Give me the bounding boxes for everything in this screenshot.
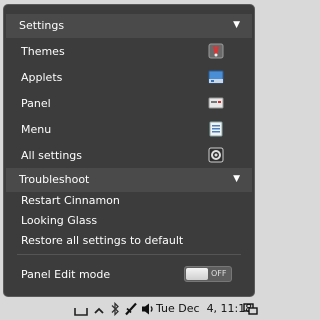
menu-item-menu[interactable]: Menu — [6, 117, 252, 141]
menu-item-label: Applets — [21, 71, 63, 84]
panel-context-menu: Settings ▼ Themes Applets Panel Menu All… — [3, 4, 255, 297]
bottom-panel: Tue Dec 4, 11:18 — [0, 298, 261, 320]
toggle-state-label: OFF — [211, 269, 227, 278]
menu-item-restore-defaults[interactable]: Restore all settings to default — [6, 231, 252, 251]
menu-item-label: Looking Glass — [21, 214, 98, 227]
menu-item-label: Restart Cinnamon — [21, 194, 120, 207]
triangle-down-icon: ▼ — [233, 174, 240, 184]
toggle-knob[interactable] — [186, 268, 208, 280]
menu-item-all-settings[interactable]: All settings — [6, 143, 252, 167]
settings-section-header[interactable]: Settings ▼ — [6, 14, 252, 38]
network-icon[interactable] — [124, 301, 138, 317]
troubleshoot-section-label: Troubleshoot — [19, 173, 90, 186]
triangle-down-icon: ▼ — [233, 20, 240, 30]
panel-edit-mode-label: Panel Edit mode — [21, 268, 111, 281]
menu-item-label: All settings — [21, 149, 82, 162]
menu-item-applets[interactable]: Applets — [6, 65, 252, 89]
bluetooth-icon[interactable] — [110, 301, 120, 317]
menu-item-label: Panel — [21, 97, 51, 110]
menu-item-label: Themes — [21, 45, 65, 58]
menu-separator — [17, 254, 241, 255]
display-icon[interactable] — [243, 301, 258, 317]
menu-item-looking-glass[interactable]: Looking Glass — [6, 211, 252, 231]
themes-icon — [208, 43, 224, 59]
troubleshoot-section-header[interactable]: Troubleshoot ▼ — [6, 168, 252, 192]
volume-icon[interactable] — [141, 301, 155, 317]
settings-section-label: Settings — [19, 19, 65, 32]
clock[interactable]: Tue Dec 4, 11:18 — [156, 301, 252, 317]
menu-item-label: Menu — [21, 123, 52, 136]
menu-item-panel[interactable]: Panel — [6, 91, 252, 115]
menu-item-restart-cinnamon[interactable]: Restart Cinnamon — [6, 191, 252, 211]
all-settings-icon — [208, 147, 224, 163]
applets-icon — [208, 70, 224, 84]
menu-item-themes[interactable]: Themes — [6, 39, 252, 63]
chevron-up-icon[interactable] — [93, 303, 105, 319]
panel-icon — [208, 97, 224, 109]
panel-edit-mode-toggle[interactable]: OFF — [184, 266, 232, 282]
menu-icon — [209, 121, 223, 137]
menu-item-label: Restore all settings to default — [21, 234, 184, 247]
drive-icon[interactable] — [74, 303, 88, 319]
